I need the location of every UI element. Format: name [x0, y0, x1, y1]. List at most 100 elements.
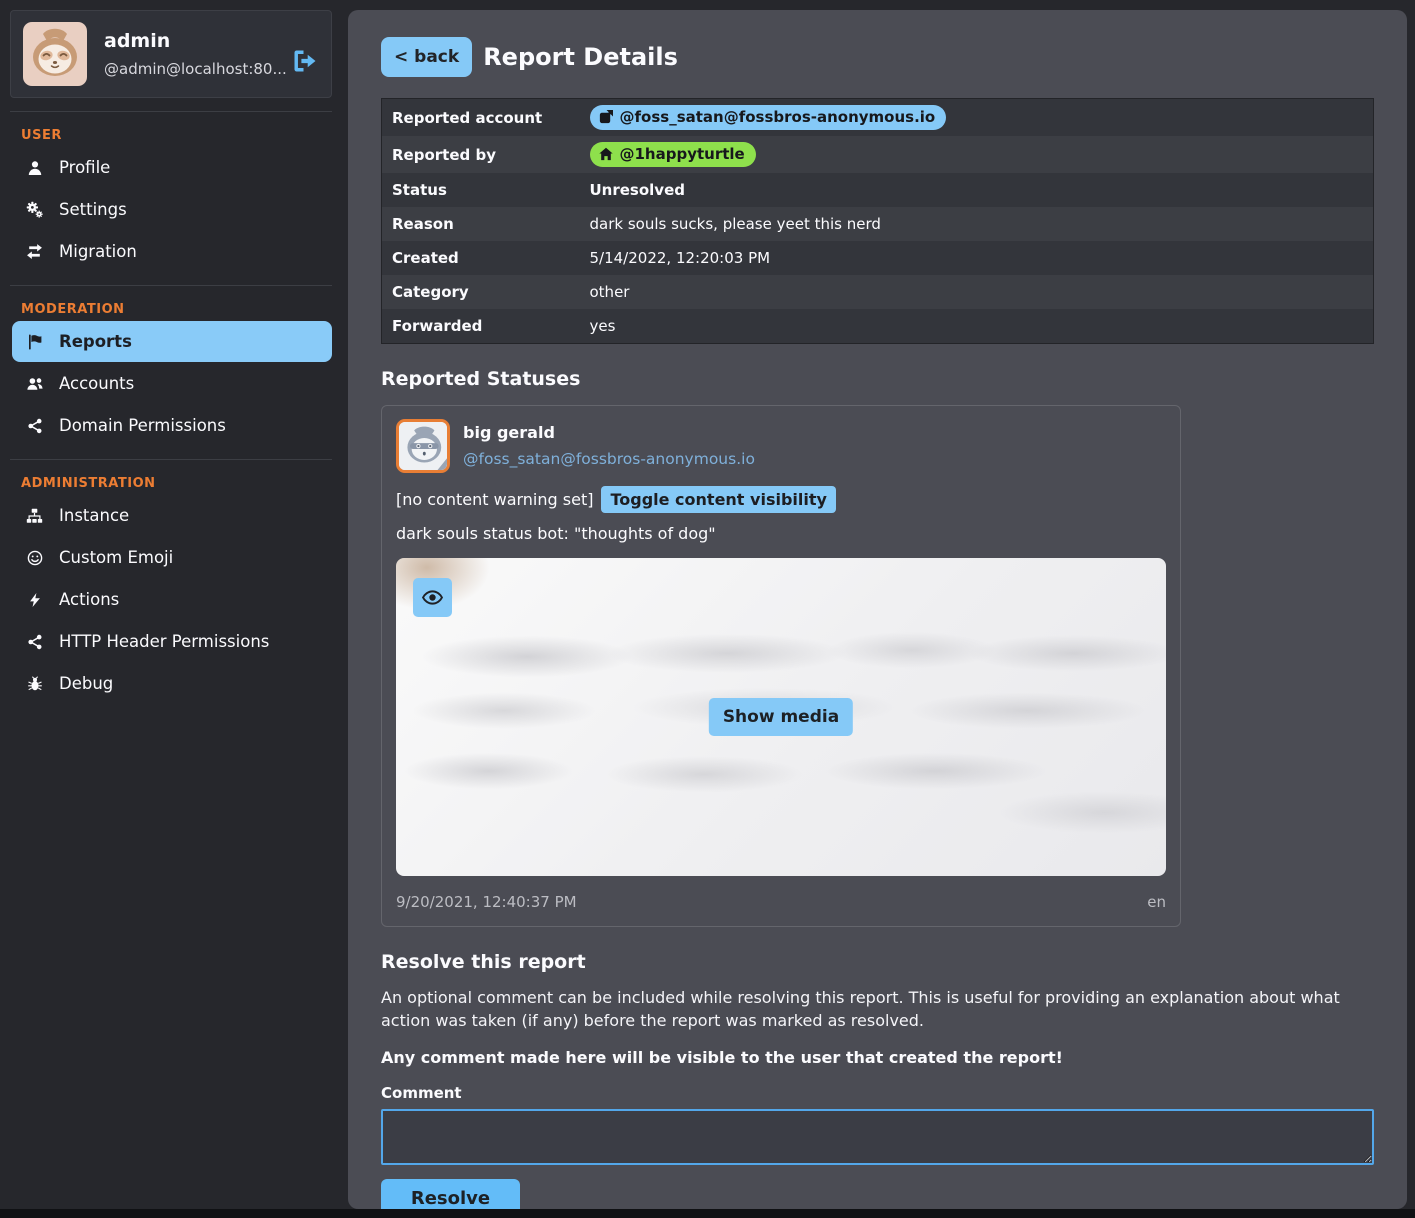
sidebar-item-http-header-permissions[interactable]: HTTP Header Permissions [12, 621, 332, 662]
content-warning-row: [no content warning set] Toggle content … [382, 484, 1180, 524]
status-header: big gerald @foss_satan@fossbros-anonymou… [382, 406, 1180, 484]
user-handle: @admin@localhost:80... [104, 60, 287, 78]
logout-icon[interactable] [293, 49, 317, 73]
category-value: other [580, 275, 1374, 309]
page-title: Report Details [483, 43, 678, 71]
resolve-description: An optional comment can be included whil… [381, 986, 1374, 1033]
sidebar-item-label: Actions [59, 590, 119, 609]
sidebar-item-label: Debug [59, 674, 113, 693]
created-value: 5/14/2022, 12:20:03 PM [580, 241, 1374, 275]
sidebar-item-custom-emoji[interactable]: Custom Emoji [12, 537, 332, 578]
sidebar-item-label: Custom Emoji [59, 548, 173, 567]
table-row: Reported by @1happyturtle [382, 136, 1374, 173]
sidebar-item-label: Domain Permissions [59, 416, 226, 435]
status-content-text: dark souls status bot: "thoughts of dog" [382, 524, 1180, 558]
sidebar-item-reports[interactable]: Reports [12, 321, 332, 362]
divider [10, 285, 332, 286]
status-avatar [396, 419, 450, 473]
sidebar-item-label: Accounts [59, 374, 134, 393]
status-language: en [1147, 893, 1166, 911]
row-label: Forwarded [382, 309, 580, 343]
resolve-warning: Any comment made here will be visible to… [381, 1048, 1374, 1067]
row-value: @1happyturtle [580, 136, 1374, 173]
sidebar-item-label: Profile [59, 158, 110, 177]
user-icon [25, 159, 44, 176]
content-warning-text: [no content warning set] [396, 490, 593, 509]
table-row: Reported account @foss_satan@fossbros-an… [382, 99, 1374, 137]
sidebar-item-actions[interactable]: Actions [12, 579, 332, 620]
reason-value: dark souls sucks, please yeet this nerd [580, 207, 1374, 241]
user-card-text: admin @admin@localhost:80... [104, 30, 287, 78]
sloth-avatar-image [399, 422, 450, 473]
report-details-panel: < back Report Details Reported account @… [348, 10, 1407, 1209]
share-nodes-icon [25, 417, 44, 434]
nav-section-moderation: MODERATION [21, 302, 332, 317]
row-label: Created [382, 241, 580, 275]
reported-by-pill[interactable]: @1happyturtle [590, 142, 756, 167]
row-label: Reported account [382, 99, 580, 137]
sidebar-item-label: HTTP Header Permissions [59, 632, 269, 651]
eye-toggle-button[interactable] [413, 578, 452, 617]
sidebar-item-debug[interactable]: Debug [12, 663, 332, 704]
divider [10, 459, 332, 460]
arrows-left-right-icon [25, 243, 44, 260]
row-label: Reported by [382, 136, 580, 173]
comment-label: Comment [381, 1084, 1374, 1102]
sidebar-item-label: Instance [59, 506, 129, 525]
status-media-blurred[interactable]: Show media [396, 558, 1166, 876]
status-timestamp: 9/20/2021, 12:40:37 PM [396, 893, 577, 911]
sidebar-item-instance[interactable]: Instance [12, 495, 332, 536]
status-display-name: big gerald [463, 423, 755, 442]
user-card[interactable]: admin @admin@localhost:80... [10, 10, 332, 98]
sidebar-item-domain-permissions[interactable]: Domain Permissions [12, 405, 332, 446]
table-row: Forwarded yes [382, 309, 1374, 343]
show-media-button[interactable]: Show media [709, 698, 853, 736]
nav-section-user: USER [21, 128, 332, 143]
sidebar: admin @admin@localhost:80... USER Profil… [0, 0, 348, 1209]
sidebar-item-migration[interactable]: Migration [12, 231, 332, 272]
panel-header: < back Report Details [381, 37, 1374, 77]
bolt-icon [25, 591, 44, 608]
table-row: Reason dark souls sucks, please yeet thi… [382, 207, 1374, 241]
sidebar-item-label: Settings [59, 200, 127, 219]
nav-section-administration: ADMINISTRATION [21, 476, 332, 491]
eye-icon [421, 586, 444, 609]
user-name: admin [104, 30, 287, 52]
comment-input[interactable] [381, 1109, 1374, 1165]
reported-status-card: big gerald @foss_satan@fossbros-anonymou… [381, 405, 1181, 927]
reported-statuses-heading: Reported Statuses [381, 368, 1374, 390]
forwarded-value: yes [580, 309, 1374, 343]
reported-account-pill[interactable]: @foss_satan@fossbros-anonymous.io [590, 105, 947, 130]
flag-icon [25, 333, 44, 350]
status-footer: 9/20/2021, 12:40:37 PM en [382, 876, 1180, 926]
back-button[interactable]: < back [381, 37, 472, 77]
users-icon [25, 375, 44, 392]
status-author: big gerald @foss_satan@fossbros-anonymou… [463, 423, 755, 468]
sidebar-item-profile[interactable]: Profile [12, 147, 332, 188]
status-handle-link[interactable]: @foss_satan@fossbros-anonymous.io [463, 450, 755, 468]
external-link-icon [599, 110, 613, 124]
gears-icon [25, 201, 44, 218]
report-info-table: Reported account @foss_satan@fossbros-an… [381, 98, 1374, 344]
sidebar-item-settings[interactable]: Settings [12, 189, 332, 230]
resolve-heading: Resolve this report [381, 951, 1374, 973]
status-value: Unresolved [580, 173, 1374, 207]
sidebar-item-label: Migration [59, 242, 137, 261]
row-label: Reason [382, 207, 580, 241]
divider [10, 111, 332, 112]
row-value: @foss_satan@fossbros-anonymous.io [580, 99, 1374, 137]
sidebar-item-label: Reports [59, 332, 132, 351]
sloth-avatar-image [23, 22, 87, 86]
bug-icon [25, 675, 44, 692]
row-label: Category [382, 275, 580, 309]
toggle-content-visibility-button[interactable]: Toggle content visibility [601, 486, 835, 513]
table-row: Created 5/14/2022, 12:20:03 PM [382, 241, 1374, 275]
home-icon [599, 147, 613, 161]
avatar [23, 22, 87, 86]
sidebar-item-accounts[interactable]: Accounts [12, 363, 332, 404]
sitemap-icon [25, 507, 44, 524]
table-row: Category other [382, 275, 1374, 309]
face-smile-icon [25, 549, 44, 566]
table-row: Status Unresolved [382, 173, 1374, 207]
page-footer-strip [0, 1209, 1415, 1218]
